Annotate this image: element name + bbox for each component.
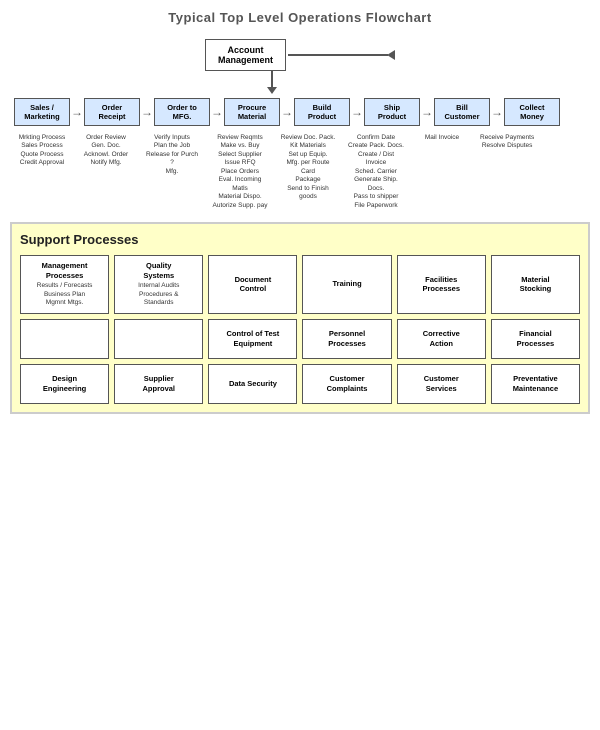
support-box-5: Material Stocking	[491, 255, 580, 314]
process-detail-0: Mrkting Process Sales Process Quote Proc…	[14, 134, 70, 168]
support-label-13: Supplier Approval	[142, 374, 175, 394]
process-detail-5: Confirm Date Create Pack. Docs. Create /…	[346, 134, 406, 210]
arrow-4: →	[351, 105, 363, 119]
process-details-row: Mrkting Process Sales Process Quote Proc…	[10, 134, 590, 210]
top-area: Account Management	[10, 39, 590, 94]
support-label-8: Control of Test Equipment	[227, 329, 280, 349]
support-box-3: Training	[302, 255, 391, 314]
support-label-10: Corrective Action	[423, 329, 460, 349]
support-box-16: Customer Services	[397, 364, 486, 404]
support-label-17: Preventative Maintenance	[513, 374, 558, 394]
support-label-14: Data Security	[229, 379, 277, 389]
process-detail-4: Review Doc. Pack. Kit Materials Set up E…	[278, 134, 338, 202]
support-label-12: Design Engineering	[43, 374, 86, 394]
support-label-16: Customer Services	[424, 374, 459, 394]
support-box-7	[114, 319, 203, 359]
support-box-10: Corrective Action	[397, 319, 486, 359]
process-detail-7: Receive Payments Resolve Disputes	[478, 134, 536, 151]
support-label-1: Quality Systems	[143, 261, 174, 281]
support-box-2: Document Control	[208, 255, 297, 314]
support-label-9: Personnel Processes	[328, 329, 366, 349]
support-box-17: Preventative Maintenance	[491, 364, 580, 404]
process-box-5: Ship Product	[364, 98, 420, 126]
process-box-7: Collect Money	[504, 98, 560, 126]
process-box-2: Order to MFG.	[154, 98, 210, 126]
support-label-0: Management Processes	[42, 261, 88, 281]
support-box-9: Personnel Processes	[302, 319, 391, 359]
support-section: Support Processes Management ProcessesRe…	[10, 222, 590, 414]
account-management-box: Account Management	[205, 39, 286, 71]
arrow-6: →	[491, 105, 503, 119]
arrow-2: →	[211, 105, 223, 119]
process-box-6: Bill Customer	[434, 98, 490, 126]
arrow-5: →	[421, 105, 433, 119]
support-title: Support Processes	[20, 232, 580, 247]
support-label-4: Facilities Processes	[422, 275, 460, 295]
process-detail-2: Verify Inputs Plan the Job Release for P…	[142, 134, 202, 176]
arrow-1: →	[141, 105, 153, 119]
process-detail-6: Mail Invoice	[414, 134, 470, 142]
support-sub-1: Internal Audits Procedures & Standards	[138, 282, 179, 307]
support-box-14: Data Security	[208, 364, 297, 404]
support-label-3: Training	[332, 279, 361, 289]
support-box-1: Quality SystemsInternal Audits Procedure…	[114, 255, 203, 314]
arrow-3: →	[281, 105, 293, 119]
support-box-11: Financial Processes	[491, 319, 580, 359]
support-box-4: Facilities Processes	[397, 255, 486, 314]
support-label-15: Customer Complaints	[327, 374, 368, 394]
support-sub-0: Results / Forecasts Business Plan Mgmnt …	[37, 282, 93, 307]
process-box-3: Procure Material	[224, 98, 280, 126]
support-label-2: Document Control	[235, 275, 272, 295]
acct-line2: Management	[218, 55, 273, 65]
support-grid: Management ProcessesResults / Forecasts …	[20, 255, 580, 404]
process-box-1: Order Receipt	[84, 98, 140, 126]
process-flow: Sales / Marketing→Order Receipt→Order to…	[10, 98, 590, 126]
support-box-15: Customer Complaints	[302, 364, 391, 404]
process-box-4: Build Product	[294, 98, 350, 126]
process-box-0: Sales / Marketing	[14, 98, 70, 126]
support-box-0: Management ProcessesResults / Forecasts …	[20, 255, 109, 314]
support-label-11: Financial Processes	[517, 329, 555, 349]
support-box-8: Control of Test Equipment	[208, 319, 297, 359]
support-box-6	[20, 319, 109, 359]
process-detail-1: Order Review Gen. Doc. Acknowl. Order No…	[78, 134, 134, 168]
page-title: Typical Top Level Operations Flowchart	[10, 10, 590, 25]
process-detail-3: Review Reqmts Make vs. Buy Select Suppli…	[210, 134, 270, 210]
support-box-12: Design Engineering	[20, 364, 109, 404]
acct-line1: Account	[227, 45, 263, 55]
support-box-13: Supplier Approval	[114, 364, 203, 404]
arrow-0: →	[71, 105, 83, 119]
support-label-5: Material Stocking	[520, 275, 552, 295]
